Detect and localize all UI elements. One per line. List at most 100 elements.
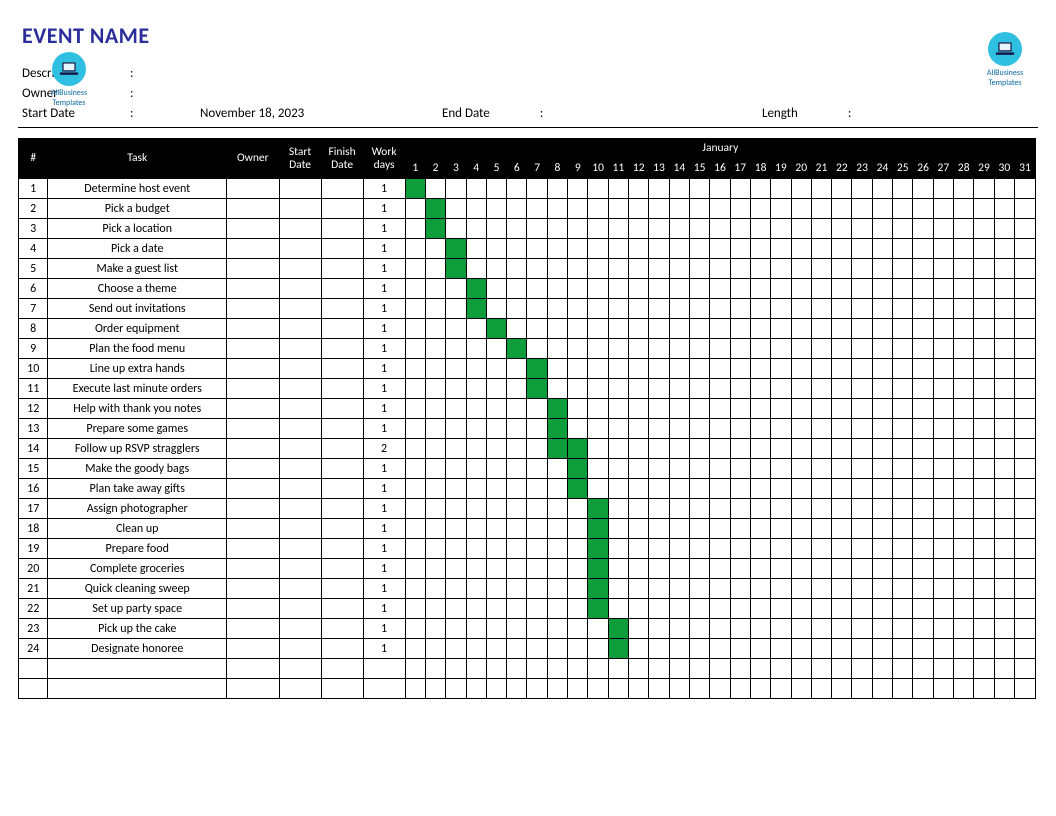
col-day: 26 <box>913 159 933 179</box>
gantt-cell <box>568 479 588 499</box>
gantt-cell <box>425 399 445 419</box>
task-workdays: 1 <box>363 619 405 639</box>
gantt-cell <box>710 619 730 639</box>
gantt-cell <box>954 459 974 479</box>
gantt-cell <box>750 559 770 579</box>
gantt-cell <box>852 539 872 559</box>
gantt-cell <box>507 399 527 419</box>
gantt-cell <box>730 179 750 199</box>
col-owner: Owner <box>227 139 280 179</box>
empty-cell <box>750 659 770 679</box>
gantt-cell <box>730 579 750 599</box>
gantt-cell <box>791 299 811 319</box>
gantt-cell <box>933 239 953 259</box>
gantt-cell <box>852 579 872 599</box>
col-day: 28 <box>954 159 974 179</box>
table-row-blank <box>19 679 1036 699</box>
task-name: Execute last minute orders <box>48 379 227 399</box>
meta-colon: : <box>130 66 146 81</box>
gantt-cell <box>811 559 831 579</box>
gantt-cell <box>649 399 669 419</box>
col-day: 1 <box>405 159 425 179</box>
gantt-cell <box>893 199 913 219</box>
gantt-cell <box>893 379 913 399</box>
task-finish <box>321 179 363 199</box>
gantt-cell <box>954 479 974 499</box>
empty-cell <box>547 679 567 699</box>
gantt-cell <box>994 539 1014 559</box>
gantt-cell <box>629 599 649 619</box>
col-day: 15 <box>689 159 709 179</box>
gantt-cell <box>791 579 811 599</box>
gantt-cell <box>466 379 486 399</box>
gantt-cell <box>446 179 466 199</box>
gantt-cell <box>1014 559 1035 579</box>
gantt-cell <box>750 279 770 299</box>
task-num: 9 <box>19 339 48 359</box>
task-start <box>279 559 321 579</box>
gantt-cell <box>791 559 811 579</box>
gantt-cell <box>730 499 750 519</box>
gantt-cell <box>893 479 913 499</box>
gantt-cell <box>994 639 1014 659</box>
task-num: 19 <box>19 539 48 559</box>
gantt-cell <box>832 239 852 259</box>
gantt-cell <box>425 619 445 639</box>
task-num: 24 <box>19 639 48 659</box>
task-name: Help with thank you notes <box>48 399 227 419</box>
empty-cell <box>425 659 445 679</box>
gantt-cell <box>446 419 466 439</box>
gantt-cell <box>608 459 628 479</box>
gantt-cell <box>689 219 709 239</box>
empty-cell <box>48 679 227 699</box>
gantt-cell <box>405 439 425 459</box>
gantt-cell <box>710 539 730 559</box>
gantt-cell <box>893 519 913 539</box>
gantt-cell <box>730 319 750 339</box>
task-num: 22 <box>19 599 48 619</box>
gantt-cell <box>649 459 669 479</box>
gantt-cell <box>893 459 913 479</box>
gantt-cell <box>466 559 486 579</box>
task-start <box>279 399 321 419</box>
gantt-cell <box>507 259 527 279</box>
gantt-cell <box>547 459 567 479</box>
gantt-cell <box>771 459 791 479</box>
task-workdays: 1 <box>363 379 405 399</box>
task-workdays: 1 <box>363 559 405 579</box>
task-workdays: 1 <box>363 499 405 519</box>
gantt-cell <box>852 279 872 299</box>
gantt-cell <box>527 259 547 279</box>
gantt-cell <box>527 519 547 539</box>
gantt-cell <box>608 499 628 519</box>
gantt-cell <box>994 519 1014 539</box>
gantt-cell <box>547 279 567 299</box>
gantt-cell <box>507 319 527 339</box>
table-row: 4Pick a date1 <box>19 239 1036 259</box>
gantt-cell <box>669 219 689 239</box>
gantt-cell <box>527 479 547 499</box>
gantt-cell <box>791 519 811 539</box>
gantt-cell <box>710 219 730 239</box>
gantt-cell <box>933 639 953 659</box>
gantt-cell <box>710 179 730 199</box>
task-start <box>279 259 321 279</box>
gantt-cell <box>872 359 892 379</box>
task-start <box>279 499 321 519</box>
task-owner <box>227 499 280 519</box>
col-finish-date: FinishDate <box>321 139 363 179</box>
empty-cell <box>227 659 280 679</box>
empty-cell <box>994 659 1014 679</box>
gantt-cell <box>425 339 445 359</box>
gantt-cell <box>771 199 791 219</box>
gantt-cell <box>1014 479 1035 499</box>
gantt-cell <box>811 219 831 239</box>
gantt-cell <box>811 339 831 359</box>
task-workdays: 1 <box>363 299 405 319</box>
task-finish <box>321 279 363 299</box>
empty-cell <box>974 679 994 699</box>
gantt-cell <box>425 179 445 199</box>
task-finish <box>321 339 363 359</box>
task-start <box>279 199 321 219</box>
gantt-cell <box>629 499 649 519</box>
